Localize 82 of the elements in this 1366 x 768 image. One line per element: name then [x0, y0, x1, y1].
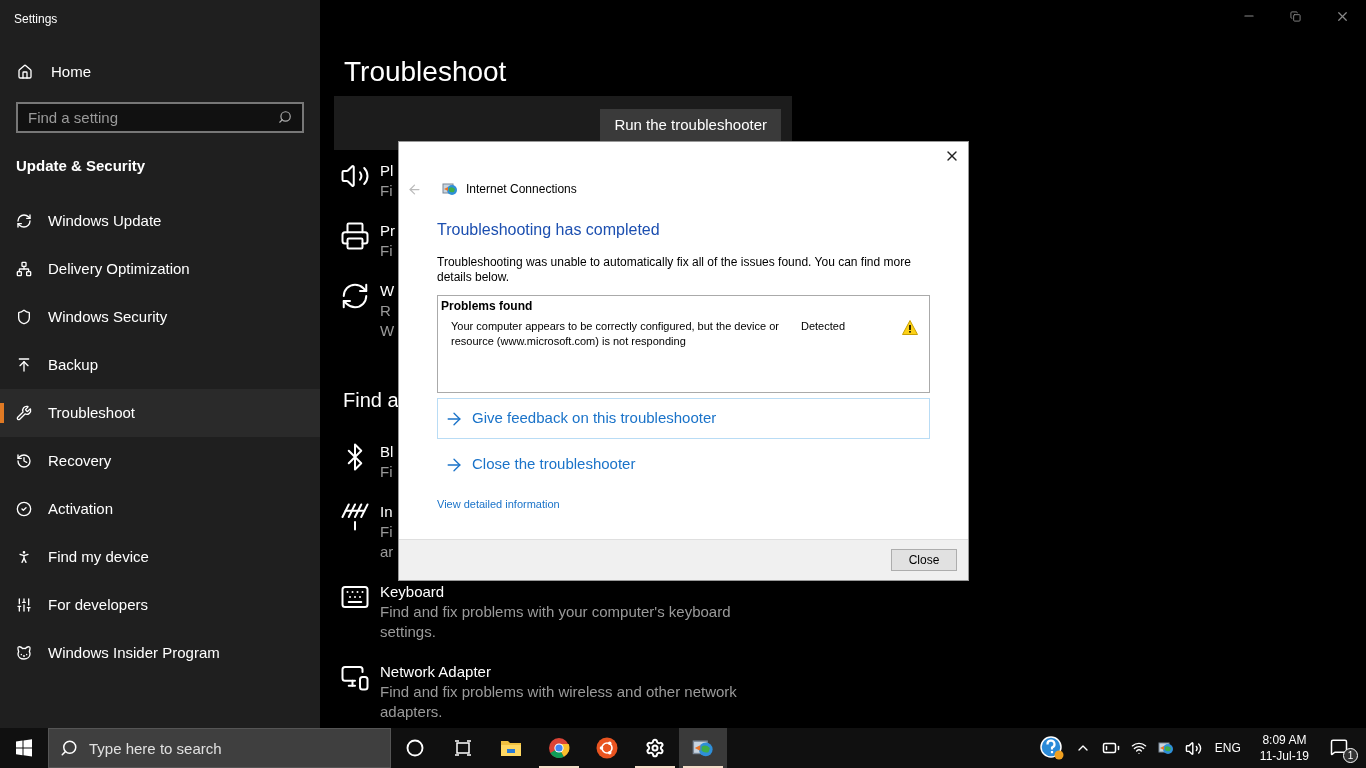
network-globe-icon [1157, 740, 1174, 756]
command-link[interactable]: Give feedback on this troubleshooter [437, 398, 930, 439]
item-title[interactable]: Pr [380, 221, 395, 241]
wifi-icon[interactable] [1130, 740, 1147, 756]
nav-item[interactable]: Windows Update [0, 197, 320, 245]
taskbar-search-field[interactable]: Type here to search [48, 728, 391, 768]
problem-status: Detected [801, 319, 847, 334]
details-link[interactable]: View detailed information [437, 496, 930, 513]
item-title[interactable]: Network Adapter [380, 662, 737, 682]
item-description: Find and fix problems with wireless and other network [380, 682, 737, 702]
home-icon [17, 64, 33, 80]
restore-icon[interactable] [1290, 11, 1301, 22]
item-description: adapters. [380, 702, 444, 722]
problems-heading: Problems found [441, 298, 534, 314]
problem-text: Your computer appears to be correctly configured, but the device or resource (www.microsoft.com) is not responding [451, 319, 780, 349]
item-title[interactable]: Keyboard [380, 582, 731, 602]
item-description: Fi [380, 522, 394, 542]
antenna-icon [340, 502, 370, 532]
activation-icon [16, 501, 32, 517]
task-view-icon [454, 740, 472, 756]
recovery-icon [16, 453, 32, 469]
command-link[interactable]: Close the troubleshooter [437, 444, 930, 485]
run-button[interactable]: Run the troubleshooter [600, 109, 781, 141]
item-title[interactable]: Pl [380, 161, 394, 181]
printer-icon [340, 221, 370, 251]
nav-item[interactable]: Recovery [0, 437, 320, 485]
item-title[interactable]: In [380, 502, 394, 522]
item-title[interactable]: Bl [380, 442, 394, 462]
network-globe-icon [692, 737, 714, 759]
taskbar-app[interactable] [679, 728, 727, 768]
update-icon [340, 281, 370, 311]
section-heading: Update & Security [15, 156, 147, 175]
ubuntu-icon [596, 737, 618, 759]
nav-item[interactable]: Windows Security [0, 293, 320, 341]
volume-icon[interactable] [1184, 739, 1202, 757]
clock-date: 11-Jul-19 [1259, 748, 1309, 764]
notifications-icon[interactable] [1330, 738, 1348, 756]
close-button[interactable]: Close [891, 549, 957, 571]
item-title[interactable]: W [380, 281, 395, 301]
search-icon [278, 110, 292, 124]
developers-icon [16, 597, 32, 613]
nav-item[interactable]: Delivery Optimization [0, 245, 320, 293]
update-icon [16, 213, 32, 229]
clock[interactable]: 8:09 AM 11-Jul-19 [1259, 732, 1309, 764]
insider-icon [16, 645, 32, 661]
clock-time: 8:09 AM [1262, 732, 1307, 748]
settings-icon [645, 738, 665, 758]
item-description: settings. [380, 622, 437, 642]
item-description: R [380, 301, 392, 321]
backup-icon [16, 357, 32, 373]
page-title: Troubleshoot [343, 55, 508, 89]
nav-item[interactable]: Backup [0, 341, 320, 389]
search-icon [60, 739, 78, 757]
dialog-heading: Troubleshooting has completed [437, 220, 661, 240]
nav-item[interactable]: Windows Insider Program [0, 629, 320, 677]
item-description: Fi [380, 241, 394, 261]
item-description: W [380, 321, 395, 341]
nav-item[interactable]: Activation [0, 485, 320, 533]
search-field[interactable]: Find a setting [16, 102, 304, 133]
notification-count: 1 [1343, 748, 1358, 763]
language-indicator[interactable]: ENG [1214, 739, 1241, 757]
network-globe-icon [442, 181, 458, 197]
circle-icon [406, 739, 424, 757]
close-icon[interactable] [1335, 9, 1350, 24]
item-description: ar [380, 542, 394, 562]
window-title: Settings [13, 11, 59, 28]
section-heading: Find a [342, 388, 400, 413]
home-link[interactable]: Home [0, 60, 320, 84]
browser-icon [548, 737, 570, 759]
person-icon [16, 549, 32, 565]
dialog-title: Internet Connections [466, 181, 577, 198]
nav-item[interactable]: Find my device [0, 533, 320, 581]
shield-icon [16, 309, 32, 325]
nav-item[interactable]: Troubleshoot [0, 389, 320, 437]
wrench-icon [16, 405, 32, 421]
item-description: Fi [380, 181, 394, 201]
item-description: Find and fix problems with your computer's keyboard [380, 602, 731, 622]
item-description: Fi [380, 462, 394, 482]
folder-icon [500, 739, 522, 757]
dialog-message: Troubleshooting was unable to automatically fix all of the issues found. You can find more details below. [437, 255, 912, 285]
nav-item[interactable]: For developers [0, 581, 320, 629]
help-icon[interactable] [1039, 736, 1064, 760]
